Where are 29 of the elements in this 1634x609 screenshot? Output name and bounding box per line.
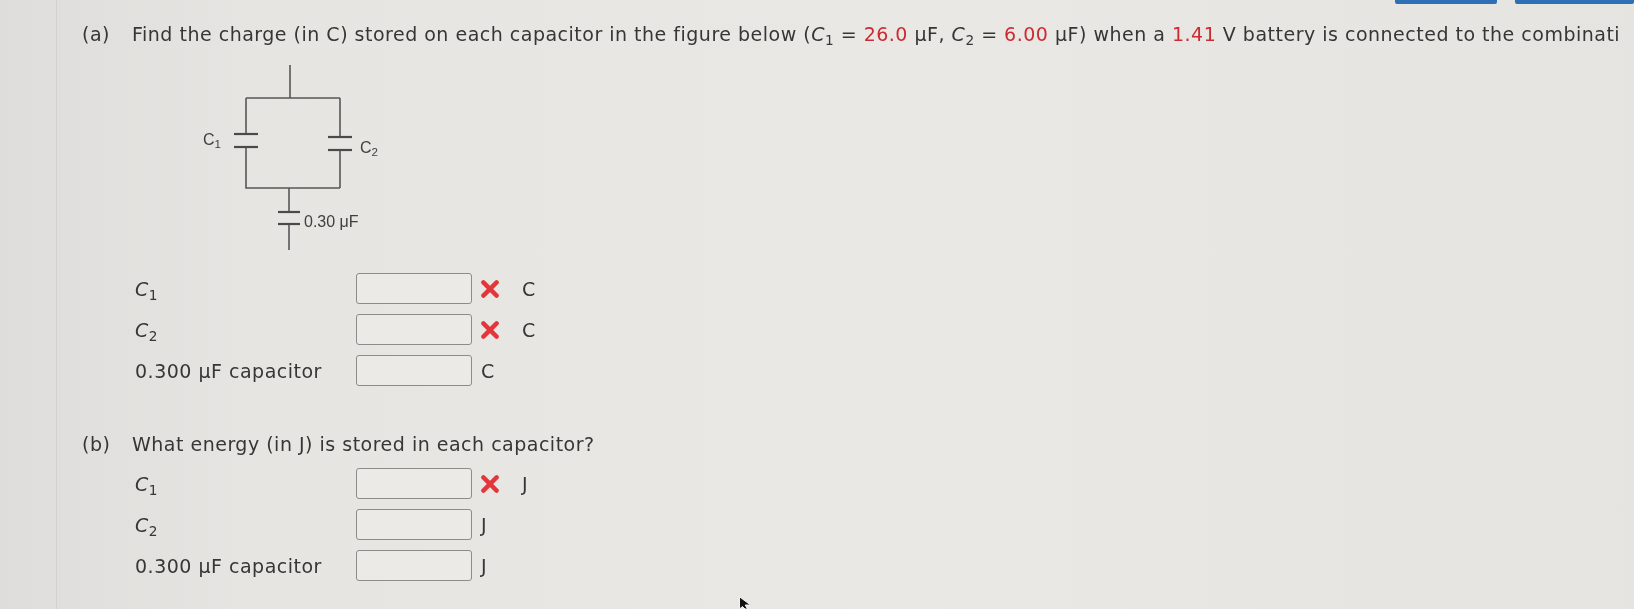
answer-label: C$_{2}$ — [135, 317, 159, 342]
unit-label: C — [522, 276, 536, 301]
answer-label: 0.300 μF capacitor — [135, 358, 323, 383]
answer-label: C$_{1}$ — [135, 276, 159, 301]
unit-label: C — [522, 317, 536, 342]
capacitor-symbol — [328, 135, 352, 152]
question-text: Find the charge (in C) stored on each capacitor in the figure below (C$_{1}$ = 26.0 μF, C$_{2}$ = 6.00 μF) when a 1.41 V battery is connected to the combinati — [132, 22, 1621, 46]
answer-field[interactable] — [356, 273, 472, 304]
answer-label: 0.300 μF capacitor — [135, 553, 323, 578]
part-label: (b) — [82, 432, 112, 456]
answer-label: C$_{1}$ — [135, 471, 159, 496]
unit-label: J — [522, 471, 528, 496]
answer-field[interactable] — [356, 550, 472, 581]
question-text: What energy (in J) is stored in each capacitor? — [132, 432, 595, 456]
unit-label: C — [481, 358, 495, 383]
capacitor-symbol — [278, 210, 300, 226]
answer-field[interactable] — [356, 314, 472, 345]
unit-label: J — [481, 553, 487, 578]
cursor-icon — [738, 596, 752, 609]
answer-field[interactable] — [356, 509, 472, 540]
answer-field[interactable] — [356, 355, 472, 386]
capacitor-symbol — [234, 132, 258, 149]
part-label: (a) — [82, 22, 111, 46]
capacitor-label: 0.30 μF — [304, 212, 359, 232]
answer-field[interactable] — [356, 468, 472, 499]
capacitor-label: C$_{1}$ — [203, 130, 221, 150]
unit-label: J — [481, 512, 487, 537]
answer-label: C$_{2}$ — [135, 512, 159, 537]
capacitor-label: C$_{2}$ — [360, 138, 378, 158]
